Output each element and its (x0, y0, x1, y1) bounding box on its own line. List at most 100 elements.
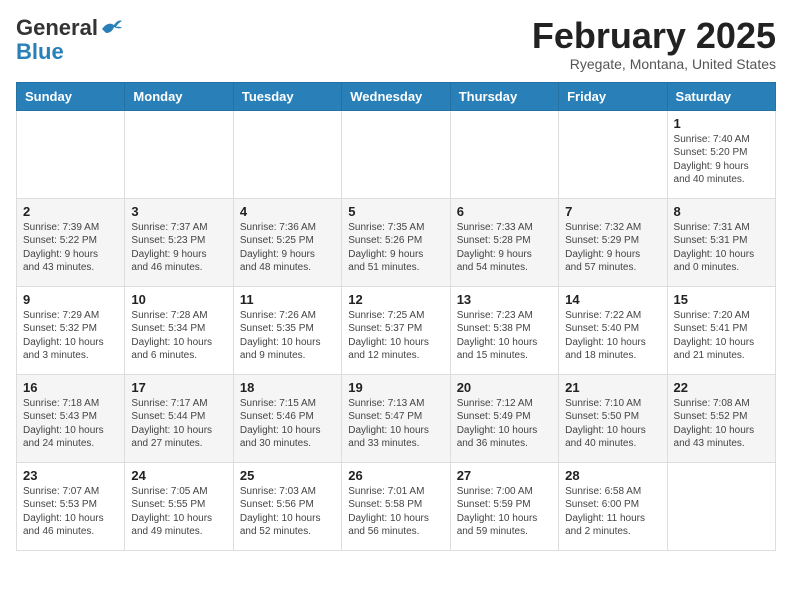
calendar-cell (17, 110, 125, 198)
calendar-cell: 19 Sunrise: 7:13 AM Sunset: 5:47 PM Dayli… (342, 374, 450, 462)
page-header: General Blue February 2025 Ryegate, Mont… (16, 16, 776, 72)
day-info: Sunrise: 7:23 AM Sunset: 5:38 PM Dayligh… (457, 309, 552, 363)
day-number: 7 (565, 204, 660, 219)
calendar-cell (450, 110, 558, 198)
weekday-header-thursday: Thursday (450, 82, 558, 110)
day-info: Sunrise: 7:17 AM Sunset: 5:44 PM Dayligh… (131, 397, 226, 451)
day-number: 1 (674, 116, 769, 131)
day-number: 6 (457, 204, 552, 219)
calendar-cell: 21Sunrise: 7:10 AM Sunset: 5:50 PM Dayli… (559, 374, 667, 462)
day-number: 12 (348, 292, 443, 307)
day-number: 8 (674, 204, 769, 219)
logo-bird-icon (100, 19, 122, 37)
calendar-cell: 28 Sunrise: 6:58 AM Sunset: 6:00 PM Dayli… (559, 462, 667, 550)
calendar-cell: 23 Sunrise: 7:07 AM Sunset: 5:53 PM Dayli… (17, 462, 125, 550)
calendar-week-row: 1 Sunrise: 7:40 AM Sunset: 5:20 PM Daylig… (17, 110, 776, 198)
calendar-week-row: 9 Sunrise: 7:29 AM Sunset: 5:32 PM Daylig… (17, 286, 776, 374)
day-info: Sunrise: 7:20 AM Sunset: 5:41 PM Dayligh… (674, 309, 769, 363)
calendar-cell: 6 Sunrise: 7:33 AM Sunset: 5:28 PM Daylig… (450, 198, 558, 286)
calendar-cell: 22Sunrise: 7:08 AM Sunset: 5:52 PM Dayli… (667, 374, 775, 462)
day-info: Sunrise: 7:05 AM Sunset: 5:55 PM Dayligh… (131, 485, 226, 539)
day-info: Sunrise: 7:39 AM Sunset: 5:22 PM Dayligh… (23, 221, 118, 275)
calendar-cell: 1 Sunrise: 7:40 AM Sunset: 5:20 PM Daylig… (667, 110, 775, 198)
day-info: Sunrise: 7:01 AM Sunset: 5:58 PM Dayligh… (348, 485, 443, 539)
day-info: Sunrise: 7:33 AM Sunset: 5:28 PM Dayligh… (457, 221, 552, 275)
day-number: 18 (240, 380, 335, 395)
calendar-cell: 25 Sunrise: 7:03 AM Sunset: 5:56 PM Dayli… (233, 462, 341, 550)
calendar-cell (559, 110, 667, 198)
day-info: Sunrise: 7:37 AM Sunset: 5:23 PM Dayligh… (131, 221, 226, 275)
weekday-header-row: SundayMondayTuesdayWednesdayThursdayFrid… (17, 82, 776, 110)
calendar-cell: 8 Sunrise: 7:31 AM Sunset: 5:31 PM Daylig… (667, 198, 775, 286)
day-info: Sunrise: 7:07 AM Sunset: 5:53 PM Dayligh… (23, 485, 118, 539)
weekday-header-sunday: Sunday (17, 82, 125, 110)
day-info: Sunrise: 7:08 AM Sunset: 5:52 PM Dayligh… (674, 397, 769, 451)
calendar-week-row: 2Sunrise: 7:39 AM Sunset: 5:22 PM Daylig… (17, 198, 776, 286)
day-number: 10 (131, 292, 226, 307)
weekday-header-friday: Friday (559, 82, 667, 110)
day-number: 15 (674, 292, 769, 307)
calendar-week-row: 23 Sunrise: 7:07 AM Sunset: 5:53 PM Dayli… (17, 462, 776, 550)
day-number: 5 (348, 204, 443, 219)
calendar-cell: 26 Sunrise: 7:01 AM Sunset: 5:58 PM Dayli… (342, 462, 450, 550)
day-info: Sunrise: 7:15 AM Sunset: 5:46 PM Dayligh… (240, 397, 335, 451)
calendar-cell (125, 110, 233, 198)
calendar-cell (233, 110, 341, 198)
day-number: 14 (565, 292, 660, 307)
logo-blue: Blue (16, 40, 64, 64)
day-number: 16 (23, 380, 118, 395)
day-info: Sunrise: 7:32 AM Sunset: 5:29 PM Dayligh… (565, 221, 660, 275)
day-number: 20 (457, 380, 552, 395)
calendar-table: SundayMondayTuesdayWednesdayThursdayFrid… (16, 82, 776, 551)
day-info: Sunrise: 7:36 AM Sunset: 5:25 PM Dayligh… (240, 221, 335, 275)
day-info: Sunrise: 7:26 AM Sunset: 5:35 PM Dayligh… (240, 309, 335, 363)
calendar-title: February 2025 (532, 16, 776, 56)
calendar-cell: 9 Sunrise: 7:29 AM Sunset: 5:32 PM Daylig… (17, 286, 125, 374)
calendar-cell (667, 462, 775, 550)
logo: General Blue (16, 16, 122, 64)
day-info: Sunrise: 7:31 AM Sunset: 5:31 PM Dayligh… (674, 221, 769, 275)
day-info: Sunrise: 7:18 AM Sunset: 5:43 PM Dayligh… (23, 397, 118, 451)
weekday-header-tuesday: Tuesday (233, 82, 341, 110)
day-number: 25 (240, 468, 335, 483)
day-info: Sunrise: 7:40 AM Sunset: 5:20 PM Dayligh… (674, 133, 769, 187)
calendar-cell: 10Sunrise: 7:28 AM Sunset: 5:34 PM Dayli… (125, 286, 233, 374)
day-number: 23 (23, 468, 118, 483)
day-info: Sunrise: 7:13 AM Sunset: 5:47 PM Dayligh… (348, 397, 443, 451)
day-number: 26 (348, 468, 443, 483)
calendar-cell: 13 Sunrise: 7:23 AM Sunset: 5:38 PM Dayli… (450, 286, 558, 374)
day-number: 13 (457, 292, 552, 307)
day-number: 3 (131, 204, 226, 219)
day-number: 28 (565, 468, 660, 483)
calendar-cell: 14 Sunrise: 7:22 AM Sunset: 5:40 PM Dayli… (559, 286, 667, 374)
day-number: 17 (131, 380, 226, 395)
calendar-cell: 12 Sunrise: 7:25 AM Sunset: 5:37 PM Dayli… (342, 286, 450, 374)
day-number: 19 (348, 380, 443, 395)
day-info: Sunrise: 7:25 AM Sunset: 5:37 PM Dayligh… (348, 309, 443, 363)
weekday-header-wednesday: Wednesday (342, 82, 450, 110)
weekday-header-monday: Monday (125, 82, 233, 110)
calendar-cell (342, 110, 450, 198)
day-info: Sunrise: 6:58 AM Sunset: 6:00 PM Dayligh… (565, 485, 660, 539)
day-number: 27 (457, 468, 552, 483)
day-info: Sunrise: 7:29 AM Sunset: 5:32 PM Dayligh… (23, 309, 118, 363)
calendar-cell: 7 Sunrise: 7:32 AM Sunset: 5:29 PM Daylig… (559, 198, 667, 286)
calendar-cell: 5Sunrise: 7:35 AM Sunset: 5:26 PM Daylig… (342, 198, 450, 286)
day-info: Sunrise: 7:12 AM Sunset: 5:49 PM Dayligh… (457, 397, 552, 451)
weekday-header-saturday: Saturday (667, 82, 775, 110)
calendar-cell: 18 Sunrise: 7:15 AM Sunset: 5:46 PM Dayli… (233, 374, 341, 462)
calendar-cell: 11Sunrise: 7:26 AM Sunset: 5:35 PM Dayli… (233, 286, 341, 374)
calendar-cell: 20 Sunrise: 7:12 AM Sunset: 5:49 PM Dayli… (450, 374, 558, 462)
day-info: Sunrise: 7:00 AM Sunset: 5:59 PM Dayligh… (457, 485, 552, 539)
calendar-cell: 15 Sunrise: 7:20 AM Sunset: 5:41 PM Dayli… (667, 286, 775, 374)
day-number: 9 (23, 292, 118, 307)
calendar-cell: 3 Sunrise: 7:37 AM Sunset: 5:23 PM Daylig… (125, 198, 233, 286)
logo-general: General (16, 16, 98, 40)
calendar-cell: 16 Sunrise: 7:18 AM Sunset: 5:43 PM Dayli… (17, 374, 125, 462)
day-number: 4 (240, 204, 335, 219)
day-number: 21 (565, 380, 660, 395)
calendar-subtitle: Ryegate, Montana, United States (532, 56, 776, 72)
day-info: Sunrise: 7:03 AM Sunset: 5:56 PM Dayligh… (240, 485, 335, 539)
calendar-week-row: 16 Sunrise: 7:18 AM Sunset: 5:43 PM Dayli… (17, 374, 776, 462)
day-info: Sunrise: 7:22 AM Sunset: 5:40 PM Dayligh… (565, 309, 660, 363)
